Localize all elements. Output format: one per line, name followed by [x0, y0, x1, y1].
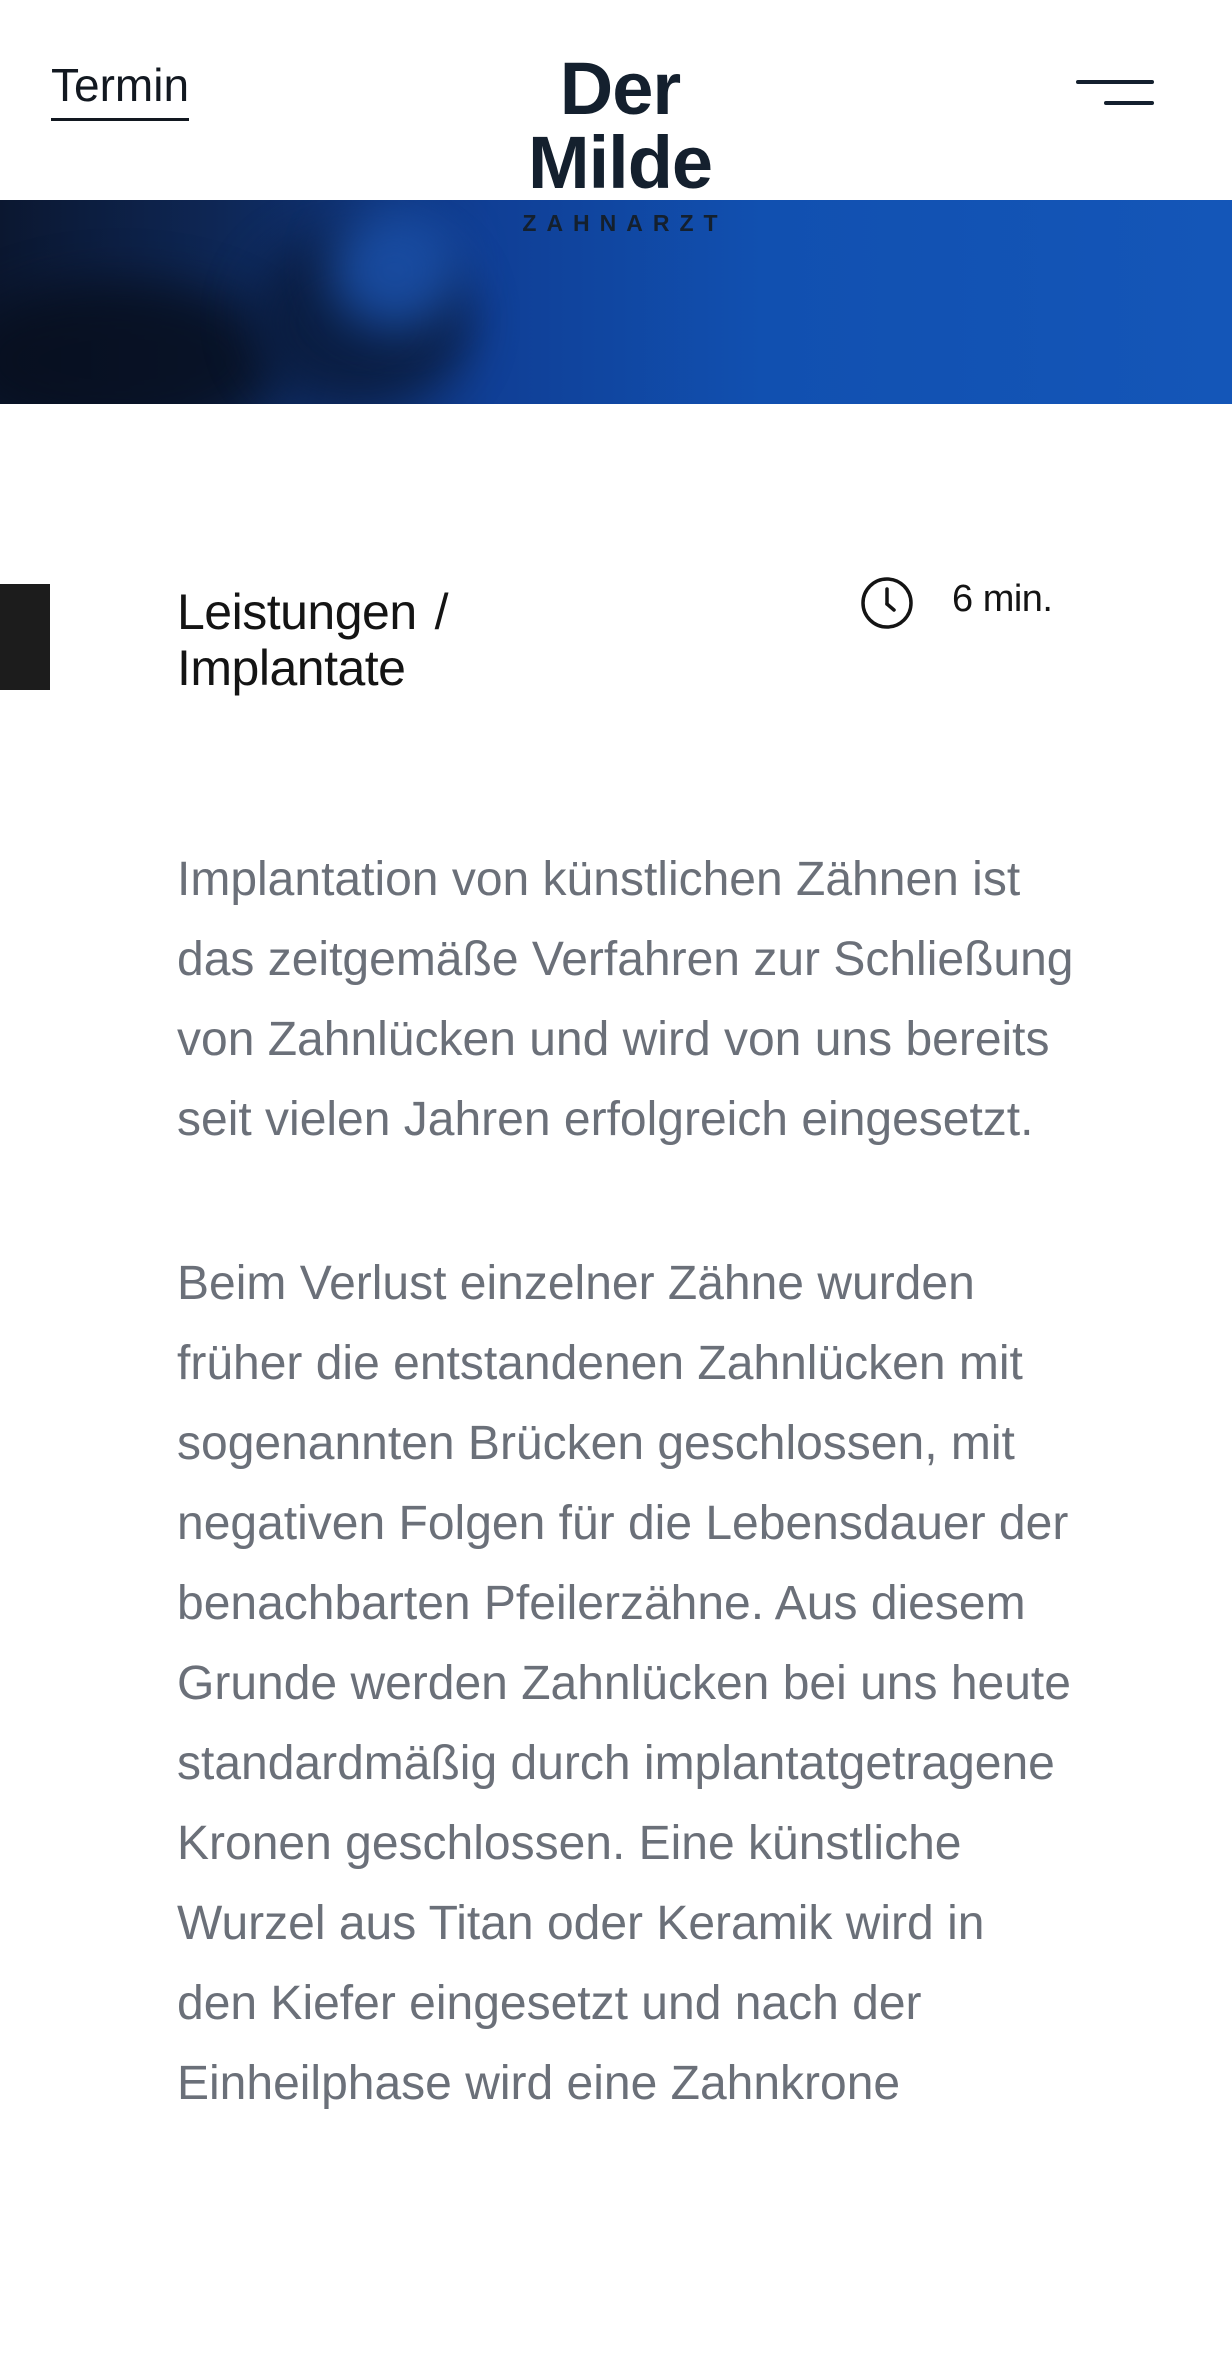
hamburger-menu-icon[interactable]: [1076, 76, 1156, 112]
logo-subtitle: ZAHNARZT: [522, 210, 728, 236]
article-paragraph: Implantation von künstlichen Zähnen ist …: [177, 853, 1074, 1146]
reading-time-label: 6 min.: [952, 578, 1053, 620]
logo-name: Der Milde: [527, 47, 713, 204]
article-body: Implantation von künstlichen Zähnen ist …: [177, 840, 1077, 2208]
breadcrumb-item-implantate: Implantate: [177, 640, 406, 696]
logo[interactable]: Der Milde ZAHNARZT: [460, 52, 780, 237]
menu-line-top: [1076, 80, 1154, 84]
breadcrumb-separator: /: [434, 584, 449, 640]
hero-highlight: [330, 210, 460, 330]
site-header: Termin Der Milde ZAHNARZT: [0, 0, 1232, 236]
breadcrumb: Leistungen / Implantate: [177, 584, 557, 696]
menu-line-bottom: [1104, 101, 1154, 105]
article-paragraph: Beim Verlust einzelner Zähne wurden früh…: [177, 1257, 1071, 2110]
breadcrumb-item-leistungen[interactable]: Leistungen: [177, 584, 417, 640]
page: Termin Der Milde ZAHNARZT Leistungen / Im…: [0, 0, 1232, 2368]
termin-link[interactable]: Termin: [51, 62, 190, 121]
hero-shadow: [0, 280, 280, 404]
clock-icon: [861, 577, 913, 629]
side-marker: [0, 584, 50, 690]
